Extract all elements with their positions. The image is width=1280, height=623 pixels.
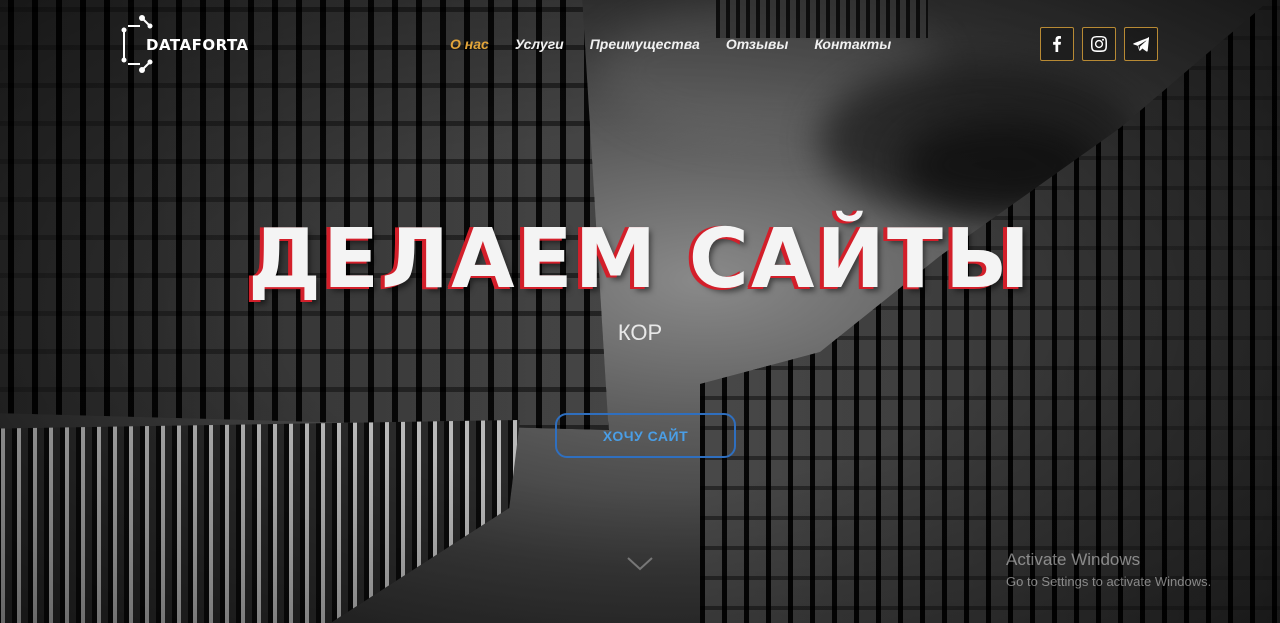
want-site-button[interactable]: ХОЧУ САЙТ (555, 413, 736, 458)
logo-circuit-icon (118, 14, 168, 74)
facebook-button[interactable] (1040, 27, 1074, 61)
facebook-icon (1053, 36, 1061, 52)
brand-logo[interactable]: DATAFORTA (118, 14, 249, 74)
telegram-button[interactable] (1124, 27, 1158, 61)
windows-activation-watermark: Activate Windows Go to Settings to activ… (1006, 550, 1211, 589)
nav-item-services[interactable]: Услуги (515, 36, 564, 52)
main-nav: О нас Услуги Преимущества Отзывы Контакт… (450, 36, 891, 52)
nav-item-advantages[interactable]: Преимущества (590, 36, 700, 52)
nav-item-contacts[interactable]: Контакты (814, 36, 891, 52)
watermark-title: Activate Windows (1006, 550, 1141, 569)
instagram-button[interactable] (1082, 27, 1116, 61)
nav-item-about[interactable]: О нас (450, 36, 489, 52)
scroll-down-chevron-icon[interactable] (626, 556, 654, 572)
telegram-icon (1133, 37, 1149, 52)
nav-item-reviews[interactable]: Отзывы (726, 36, 789, 52)
vignette-overlay (0, 0, 1280, 623)
instagram-icon (1091, 36, 1107, 52)
hero-background (0, 0, 1280, 623)
hero-subtitle: КОР (617, 320, 663, 345)
social-links (1040, 27, 1158, 61)
watermark-subtitle: Go to Settings to activate Windows. (1006, 574, 1212, 589)
hero-title: ДЕЛАЕМ САЙТЫ (248, 212, 1032, 307)
